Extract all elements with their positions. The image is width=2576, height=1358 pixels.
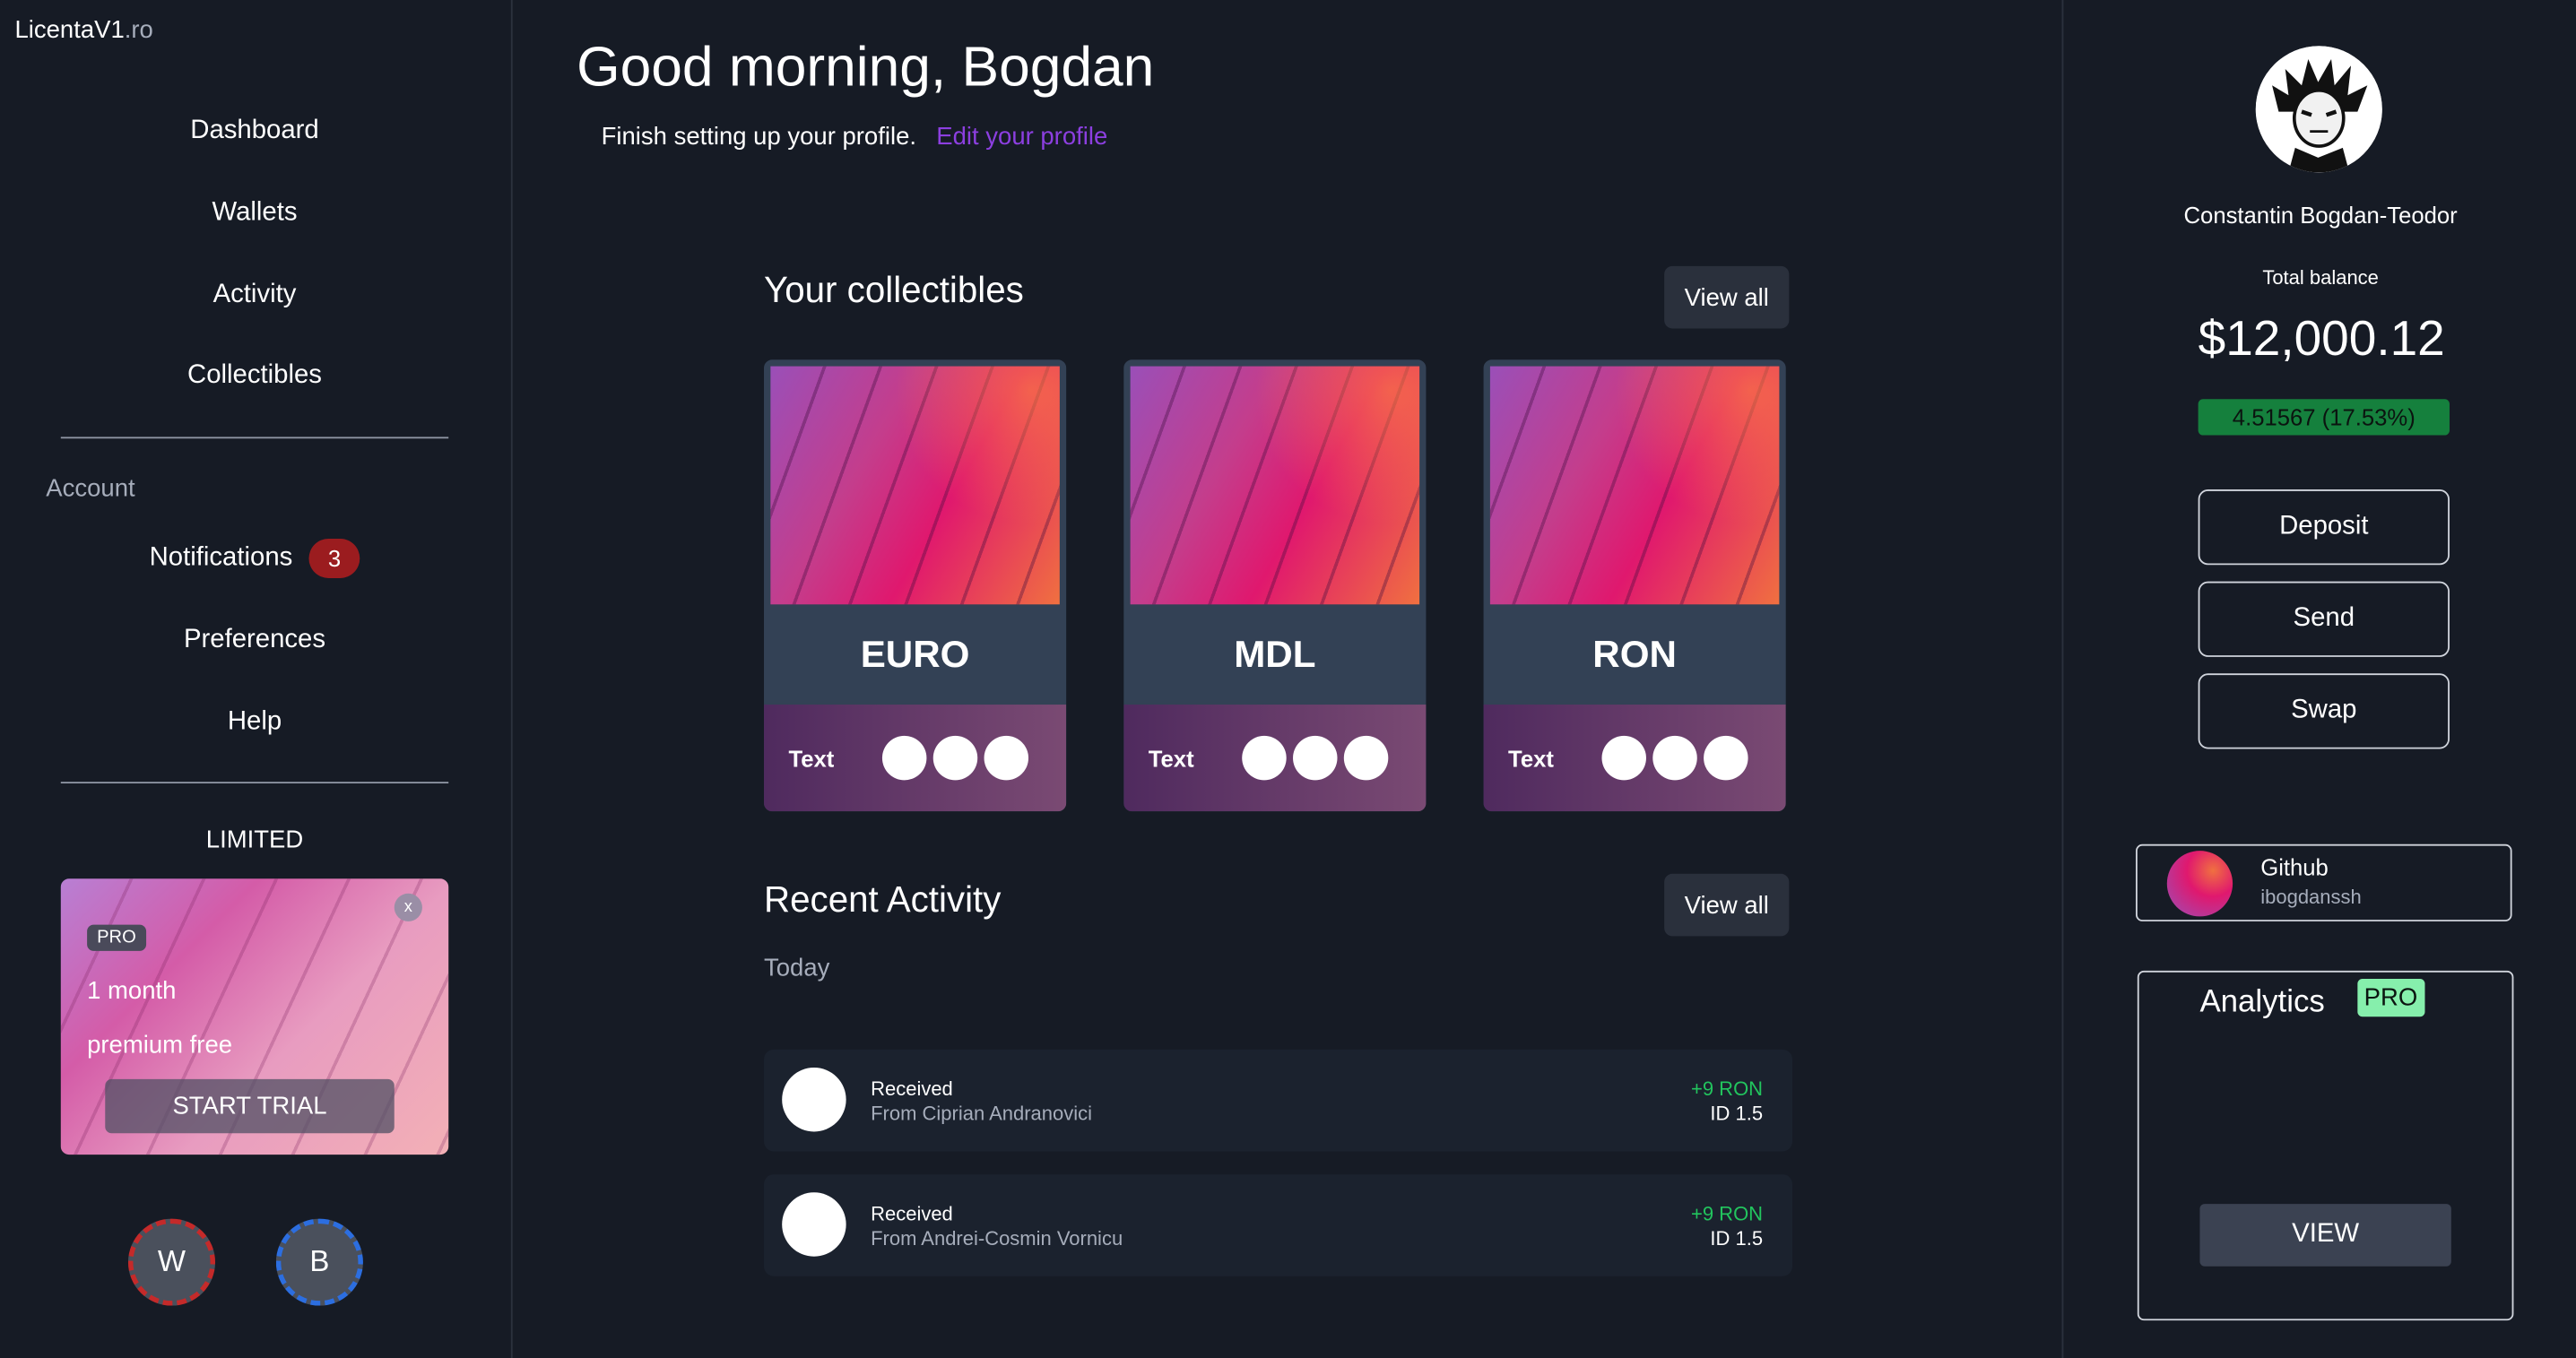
activity-amount: +9 RON — [1691, 1202, 1764, 1225]
promo-line-1: 1 month — [87, 977, 177, 1006]
total-balance-value: $12,000.12 — [2198, 312, 2445, 367]
profile-name: Constantin Bogdan-Teodor — [2183, 202, 2458, 229]
activity-group-label: Today — [764, 954, 830, 982]
logo-tld: .ro — [124, 16, 153, 45]
send-button[interactable]: Send — [2198, 581, 2450, 657]
sidebar-divider — [60, 782, 449, 784]
dot-icon — [1343, 735, 1389, 781]
collectible-footer: Text — [1483, 705, 1786, 812]
dot-icon — [1242, 735, 1287, 781]
activity-sender: From Ciprian Andranovici — [871, 1102, 1092, 1126]
activity-id: ID 1.5 — [1710, 1226, 1764, 1250]
collectible-image — [1130, 366, 1420, 605]
main-content: Good morning, Bogdan Finish setting up y… — [513, 0, 2062, 1358]
dot-icon — [1704, 735, 1748, 781]
start-trial-button[interactable]: START TRIAL — [105, 1078, 395, 1134]
promo-line-2: premium free — [87, 1031, 233, 1060]
nav-wallets[interactable]: Wallets — [0, 199, 509, 229]
profile-illustration-icon — [2255, 46, 2382, 173]
deposit-button[interactable]: Deposit — [2198, 489, 2450, 566]
dot-icon — [1293, 735, 1338, 781]
collectible-label: Text — [1148, 745, 1194, 773]
dot-icon — [984, 735, 1029, 781]
nav-activity[interactable]: Activity — [0, 281, 509, 310]
wallet-avatar-b[interactable]: B — [275, 1218, 363, 1306]
activity-type: Received — [871, 1202, 953, 1225]
total-balance-label: Total balance — [2262, 265, 2379, 290]
collectible-footer: Text — [764, 705, 1067, 812]
activity-avatar — [782, 1067, 846, 1132]
close-icon[interactable]: x — [394, 893, 422, 921]
collectible-label: Text — [788, 745, 835, 773]
nav-notifications[interactable]: Notifications 3 — [0, 538, 509, 578]
avatar[interactable] — [2255, 46, 2382, 173]
activity-amount: +9 RON — [1691, 1077, 1764, 1101]
swap-button[interactable]: Swap — [2198, 673, 2450, 749]
balance-change-badge: 4.51567 (17.53%) — [2198, 399, 2450, 436]
app-logo[interactable]: LicentaV1.ro — [14, 16, 152, 44]
account-panel: Constantin Bogdan-Teodor Total balance $… — [2061, 0, 2576, 1358]
profile-setup-text: Finish setting up your profile. — [601, 123, 916, 151]
activity-id: ID 1.5 — [1710, 1102, 1764, 1126]
activity-avatar — [782, 1192, 846, 1257]
promo-card: x PRO 1 month premium free START TRIAL — [60, 878, 449, 1155]
github-link-card[interactable]: Github ibogdanssh — [2135, 843, 2512, 921]
analytics-view-button[interactable]: VIEW — [2199, 1204, 2451, 1267]
dot-icon — [1652, 735, 1697, 781]
page-title: Good morning, Bogdan — [577, 36, 1155, 99]
github-avatar — [2166, 851, 2233, 917]
analytics-title: Analytics — [2199, 985, 2325, 1020]
limited-label: LIMITED — [205, 826, 304, 854]
pro-badge: PRO — [2357, 979, 2424, 1017]
wallet-avatar-w[interactable]: W — [127, 1218, 216, 1306]
logo-name: LicentaV1 — [14, 16, 125, 45]
collectible-name: EURO — [860, 632, 970, 676]
nav-preferences[interactable]: Preferences — [0, 626, 509, 655]
notifications-label: Notifications — [149, 543, 293, 572]
collectible-footer: Text — [1123, 705, 1427, 812]
collectibles-view-all-button[interactable]: View all — [1664, 265, 1790, 329]
analytics-card: Analytics PRO VIEW — [2137, 970, 2514, 1321]
activity-type: Received — [871, 1077, 953, 1101]
activity-item[interactable]: Received From Andrei-Cosmin Vornicu +9 R… — [764, 1174, 1793, 1276]
collectible-image — [1489, 366, 1780, 605]
collectibles-title: Your collectibles — [764, 269, 1024, 311]
collectible-card[interactable]: MDL Text — [1123, 359, 1427, 812]
sidebar-divider — [60, 437, 449, 439]
notifications-count-badge: 3 — [308, 538, 360, 578]
collectible-card[interactable]: EURO Text — [764, 359, 1067, 812]
activity-sender: From Andrei-Cosmin Vornicu — [871, 1226, 1123, 1250]
activity-view-all-button[interactable]: View all — [1664, 873, 1790, 937]
nav-dashboard[interactable]: Dashboard — [0, 117, 509, 146]
recent-activity-title: Recent Activity — [764, 878, 1002, 921]
collectible-image — [770, 366, 1060, 605]
dot-icon — [881, 735, 927, 781]
nav-help[interactable]: Help — [0, 708, 509, 738]
profile-setup-prompt: Finish setting up your profile. Edit you… — [602, 123, 1108, 151]
github-title: Github — [2260, 853, 2329, 881]
dot-icon — [932, 735, 978, 781]
github-handle: ibogdanssh — [2260, 885, 2362, 909]
account-section-label: Account — [46, 474, 135, 503]
collectible-name: MDL — [1234, 632, 1316, 676]
collectible-name: RON — [1592, 632, 1677, 676]
collectible-card[interactable]: RON Text — [1483, 359, 1786, 812]
activity-item[interactable]: Received From Ciprian Andranovici +9 RON… — [764, 1049, 1793, 1152]
sidebar: LicentaV1.ro Dashboard Wallets Activity … — [0, 0, 513, 1358]
edit-profile-link[interactable]: Edit your profile — [936, 123, 1107, 151]
pro-tag: PRO — [87, 924, 146, 951]
collectible-label: Text — [1508, 745, 1554, 773]
nav-collectibles[interactable]: Collectibles — [0, 361, 509, 391]
dot-icon — [1601, 735, 1646, 781]
